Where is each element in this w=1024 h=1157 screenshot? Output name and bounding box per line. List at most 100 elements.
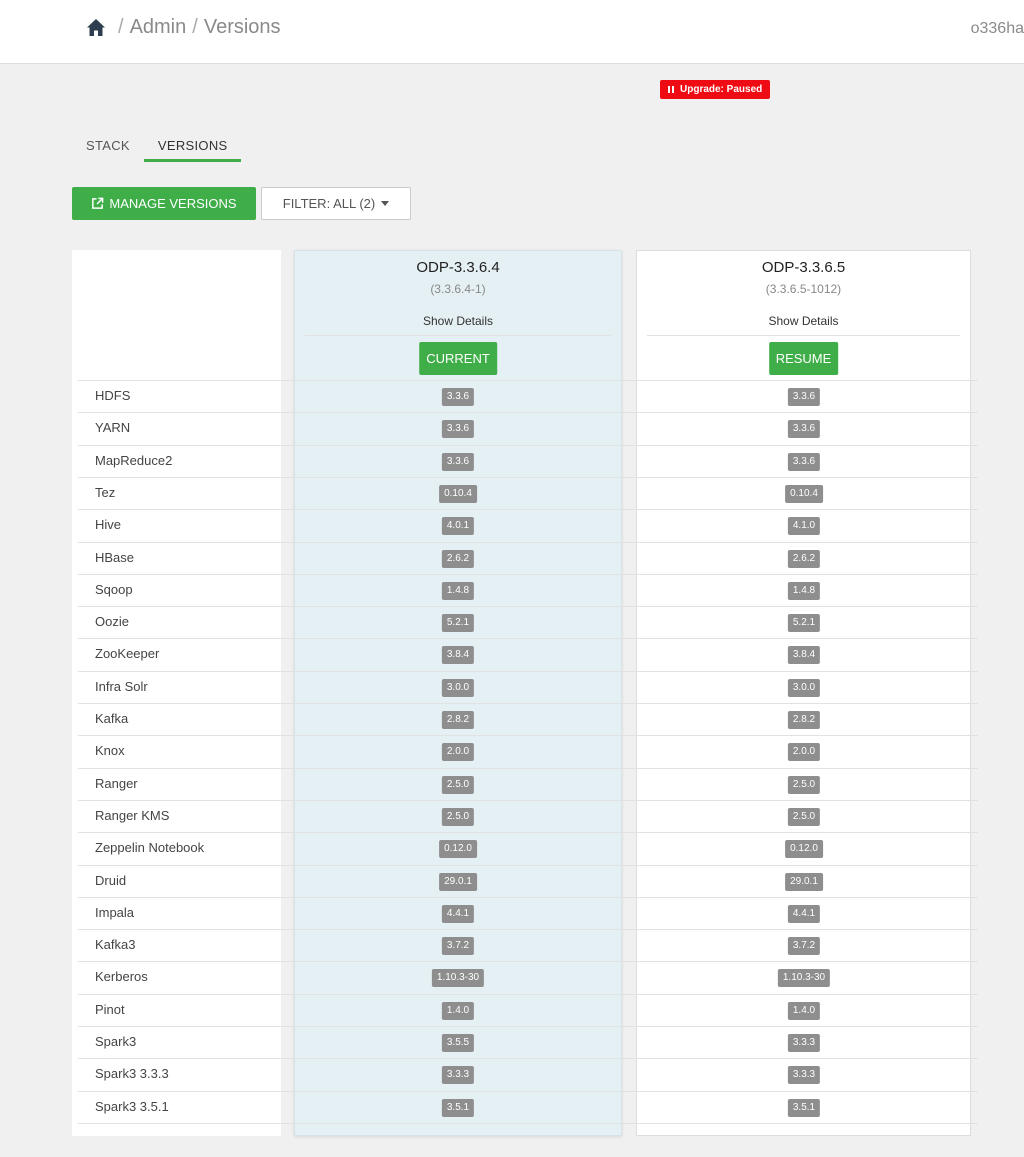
pause-icon	[668, 86, 674, 93]
version-name: ODP-3.3.6.4	[416, 259, 500, 276]
manage-versions-button[interactable]: MANAGE VERSIONS	[72, 187, 256, 220]
version-badge: 2.5.0	[441, 807, 475, 826]
show-details-link[interactable]: Show Details	[637, 314, 970, 328]
row-divider	[78, 380, 978, 381]
version-badge: 0.10.4	[785, 484, 823, 503]
resume-button[interactable]: RESUME	[768, 342, 839, 375]
row-divider	[78, 476, 978, 478]
row-divider	[78, 1058, 978, 1060]
service-name: Ranger KMS	[95, 807, 170, 823]
row-divider	[78, 961, 978, 963]
version-badge: 3.5.5	[441, 1034, 475, 1052]
cluster-name: o336ha	[970, 20, 1024, 37]
version-badge: 3.7.2	[787, 937, 821, 956]
version-badge: 3.8.4	[787, 646, 821, 665]
version-badge: 5.2.1	[787, 614, 821, 633]
row-divider	[78, 541, 978, 543]
chevron-down-icon	[381, 201, 390, 206]
manage-versions-label: MANAGE VERSIONS	[109, 196, 237, 211]
version-badge: 2.0.0	[787, 743, 821, 762]
service-name: Sqoop	[95, 581, 133, 597]
version-badge: 2.8.2	[787, 711, 821, 729]
version-badge: 1.10.3-30	[431, 969, 485, 988]
upgrade-status-badge[interactable]: Upgrade: Paused	[660, 80, 771, 99]
version-badge: 1.4.0	[787, 1001, 821, 1020]
row-divider	[78, 1122, 978, 1124]
row-divider	[78, 799, 978, 801]
version-badge: 2.0.0	[441, 743, 475, 762]
version-badge: 2.5.0	[787, 775, 821, 794]
service-name: Kafka3	[95, 937, 136, 953]
version-badge: 3.3.3	[787, 1066, 821, 1085]
version-badge: 3.0.0	[441, 678, 475, 697]
version-badge: 2.5.0	[787, 807, 821, 826]
service-name: Pinot	[95, 1001, 125, 1017]
row-divider	[78, 670, 978, 672]
service-name: YARN	[95, 420, 131, 436]
filter-dropdown[interactable]: FILTER: ALL (2)	[261, 187, 411, 220]
version-name: ODP-3.3.6.5	[761, 259, 846, 276]
version-badge: 4.0.1	[441, 517, 475, 536]
tab-stack[interactable]: STACK	[72, 132, 144, 162]
show-details-link[interactable]: Show Details	[295, 314, 621, 328]
service-name: HDFS	[95, 388, 131, 403]
breadcrumb: / Admin / Versions	[86, 16, 281, 39]
upgrade-status-label: Upgrade: Paused	[680, 84, 763, 95]
version-badge: 0.12.0	[439, 840, 477, 859]
filter-label: FILTER: ALL (2)	[282, 196, 376, 211]
version-badge: 2.5.0	[441, 775, 475, 794]
top-bar: / Admin / Versions o336ha	[0, 0, 1024, 64]
row-divider	[78, 573, 978, 575]
version-badge: 3.3.3	[441, 1066, 475, 1085]
service-name: Spark3 3.5.1	[95, 1098, 169, 1114]
current-button[interactable]: CURRENT	[419, 342, 497, 375]
version-badge: 2.8.2	[441, 711, 475, 729]
row-divider	[78, 896, 978, 898]
version-badge: 1.4.0	[441, 1001, 475, 1020]
service-name: Knox	[95, 743, 125, 759]
breadcrumb-admin[interactable]: Admin	[130, 16, 187, 39]
service-name: Spark3 3.3.3	[95, 1066, 169, 1082]
row-divider	[78, 993, 978, 995]
version-badge: 3.7.2	[441, 937, 475, 956]
service-name: Tez	[95, 484, 116, 500]
service-name: Spark3	[95, 1034, 137, 1049]
service-name: ZooKeeper	[95, 646, 160, 662]
version-badge: 3.3.6	[441, 388, 475, 406]
service-name: HBase	[95, 549, 135, 565]
service-name: Kerberos	[95, 969, 148, 985]
service-name: Druid	[95, 872, 127, 888]
version-header: ODP-3.3.6.4 (3.3.6.4-1) Show Details CUR…	[295, 251, 621, 381]
service-name: Oozie	[95, 614, 129, 630]
version-header: ODP-3.3.6.5 (3.3.6.5-1012) Show Details …	[637, 251, 970, 381]
version-badge: 3.3.6	[787, 388, 821, 406]
version-badge: 3.3.6	[787, 420, 821, 439]
version-badge: 3.0.0	[787, 678, 821, 697]
row-divider	[78, 509, 978, 511]
row-divider	[78, 638, 978, 640]
version-badge: 4.4.1	[441, 904, 475, 923]
row-divider	[78, 864, 978, 866]
version-badge: 1.4.8	[787, 581, 821, 600]
version-badge: 3.8.4	[441, 646, 475, 665]
version-badge: 3.3.6	[441, 452, 475, 471]
version-badge: 3.3.3	[787, 1034, 821, 1052]
home-icon[interactable]	[86, 18, 106, 38]
service-name: Zeppelin Notebook	[95, 840, 205, 856]
row-divider	[78, 703, 978, 704]
row-divider	[78, 929, 978, 931]
tab-versions[interactable]: VERSIONS	[143, 132, 242, 162]
row-divider	[78, 767, 978, 769]
service-name: MapReduce2	[95, 452, 173, 468]
row-divider	[78, 1090, 978, 1092]
row-divider	[78, 832, 978, 834]
version-badge: 2.6.2	[441, 549, 475, 568]
version-build: (3.3.6.5-1012)	[765, 282, 842, 296]
version-badge: 29.0.1	[785, 872, 823, 891]
divider	[305, 335, 611, 336]
version-badge: 0.12.0	[785, 840, 823, 859]
service-name: Hive	[95, 517, 122, 533]
version-badge: 5.2.1	[441, 614, 475, 633]
row-divider	[78, 735, 978, 737]
breadcrumb-separator: /	[118, 16, 124, 38]
